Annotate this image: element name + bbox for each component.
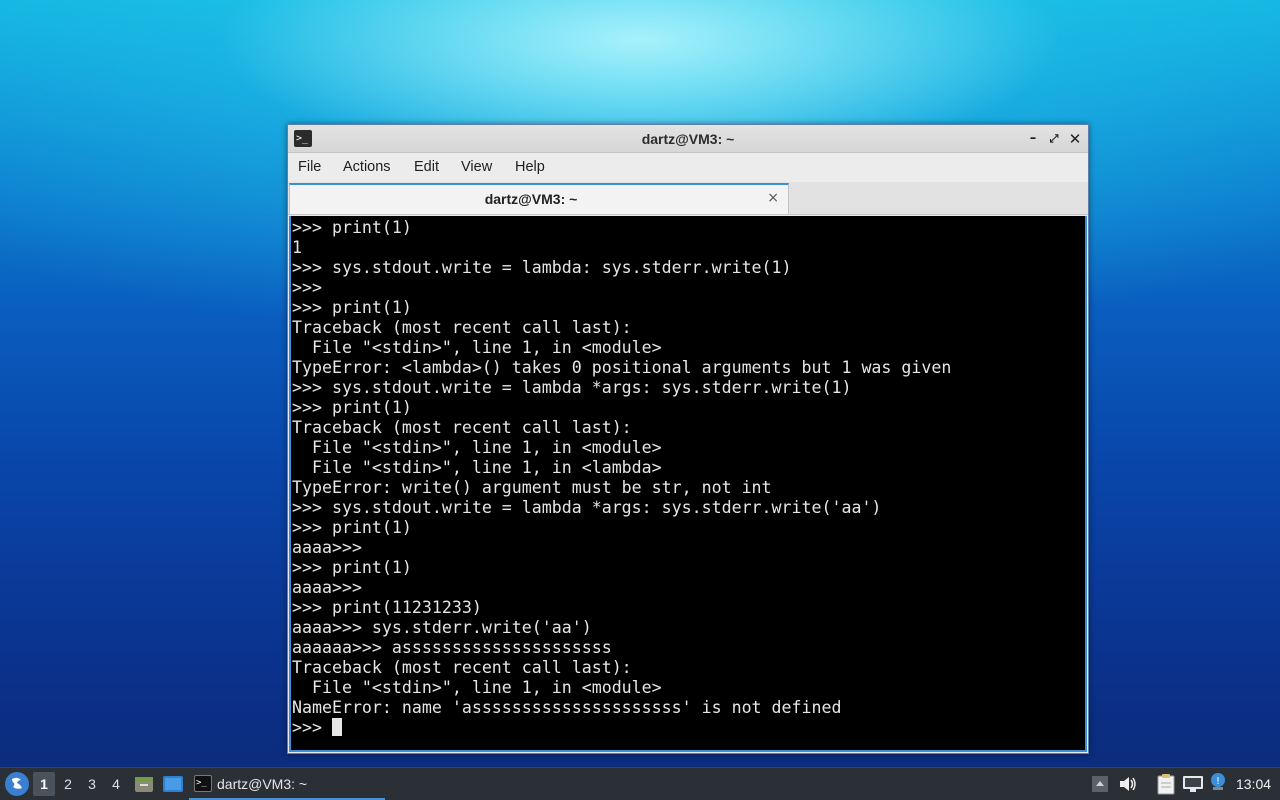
terminal-line: File "<stdin>", line 1, in <module> xyxy=(292,338,662,357)
menubar: File Actions Edit View Help xyxy=(288,153,1088,182)
terminal-line: >>> print(1) xyxy=(292,398,412,417)
terminal-prompt-line[interactable]: >>> xyxy=(292,718,1085,738)
network-icon[interactable] xyxy=(1182,774,1204,798)
workspace-3[interactable]: 3 xyxy=(81,772,103,796)
terminal-line: aaaa>>> xyxy=(292,538,362,557)
terminal-line: File "<stdin>", line 1, in <lambda> xyxy=(292,458,662,477)
workspace-1[interactable]: 1 xyxy=(33,772,55,796)
show-desktop-icon[interactable] xyxy=(162,774,184,798)
minimize-button[interactable]: – xyxy=(1024,130,1042,148)
start-menu-icon[interactable] xyxy=(5,772,29,796)
terminal-line: NameError: name 'asssssssssssssssssssss'… xyxy=(292,698,842,717)
volume-icon[interactable] xyxy=(1118,775,1138,797)
start-logo-icon xyxy=(6,773,28,795)
clipboard-icon[interactable] xyxy=(1156,773,1176,799)
menu-edit[interactable]: Edit xyxy=(414,153,439,182)
text-cursor xyxy=(331,718,342,736)
terminal-line: >>> sys.stdout.write = lambda *args: sys… xyxy=(292,498,882,517)
menu-file[interactable]: File xyxy=(298,153,321,182)
terminal-line: aaaaaa>>> asssssssssssssssssssss xyxy=(292,638,612,657)
terminal-line: >>> sys.stdout.write = lambda: sys.stder… xyxy=(292,258,792,277)
terminal-line: aaaa>>> sys.stderr.write('aa') xyxy=(292,618,592,637)
menu-view[interactable]: View xyxy=(461,153,492,182)
workspace-2[interactable]: 2 xyxy=(57,772,79,796)
tab-label: dartz@VM3: ~ xyxy=(484,191,578,207)
menu-actions[interactable]: Actions xyxy=(343,153,391,182)
svg-text:!: ! xyxy=(1216,776,1220,787)
workspace-4[interactable]: 4 xyxy=(105,772,127,796)
terminal-line: File "<stdin>", line 1, in <module> xyxy=(292,438,662,457)
terminal-line: TypeError: <lambda>() takes 0 positional… xyxy=(292,358,952,377)
terminal-output[interactable]: >>> print(1) 1 >>> sys.stdout.write = lamb… xyxy=(289,216,1087,752)
terminal-line: Traceback (most recent call last): xyxy=(292,418,632,437)
taskbar-item-terminal[interactable]: >_ dartz@VM3: ~ xyxy=(189,769,385,800)
terminal-line: >>> print(1) xyxy=(292,218,412,237)
terminal-line: Traceback (most recent call last): xyxy=(292,658,632,677)
file-manager-icon[interactable] xyxy=(134,774,154,798)
close-window-button[interactable]: ✕ xyxy=(1066,130,1084,148)
window-title: dartz@VM3: ~ xyxy=(641,131,735,147)
terminal-line: >>> print(1) xyxy=(292,558,412,577)
terminal-line: >>> sys.stdout.write = lambda *args: sys… xyxy=(292,378,852,397)
terminal-line: aaaa>>> xyxy=(292,578,362,597)
terminal-icon: >_ xyxy=(194,775,212,792)
terminal-line: Traceback (most recent call last): xyxy=(292,318,632,337)
terminal-line: >>> xyxy=(292,278,322,297)
tab-bar: dartz@VM3: ~ × xyxy=(288,182,1088,215)
terminal-line: >>> print(11231233) xyxy=(292,598,482,617)
clock[interactable]: 13:04 xyxy=(1236,768,1271,800)
tray-expand-icon[interactable] xyxy=(1092,776,1108,796)
terminal-line: >>> print(1) xyxy=(292,298,412,317)
menu-help[interactable]: Help xyxy=(515,153,545,182)
terminal-line: TypeError: write() argument must be str,… xyxy=(292,478,772,497)
tab-close-icon[interactable]: × xyxy=(767,189,779,207)
updates-icon[interactable]: ! xyxy=(1209,772,1227,796)
taskbar: 1 2 3 4 >_ dartz@VM3: ~ ! 13:04 xyxy=(0,767,1280,800)
terminal-line: >>> print(1) xyxy=(292,518,412,537)
terminal-line: 1 xyxy=(292,238,302,257)
taskbar-item-label: dartz@VM3: ~ xyxy=(217,776,308,792)
terminal-window: >_ dartz@VM3: ~ – ⤢ ✕ File Actions Edit … xyxy=(287,124,1089,754)
terminal-line: File "<stdin>", line 1, in <module> xyxy=(292,678,662,697)
tab-terminal[interactable]: dartz@VM3: ~ × xyxy=(289,183,789,214)
window-titlebar[interactable]: >_ dartz@VM3: ~ – ⤢ ✕ xyxy=(288,125,1088,153)
maximize-button[interactable]: ⤢ xyxy=(1045,130,1063,148)
terminal-prompt: >>> xyxy=(292,718,332,737)
